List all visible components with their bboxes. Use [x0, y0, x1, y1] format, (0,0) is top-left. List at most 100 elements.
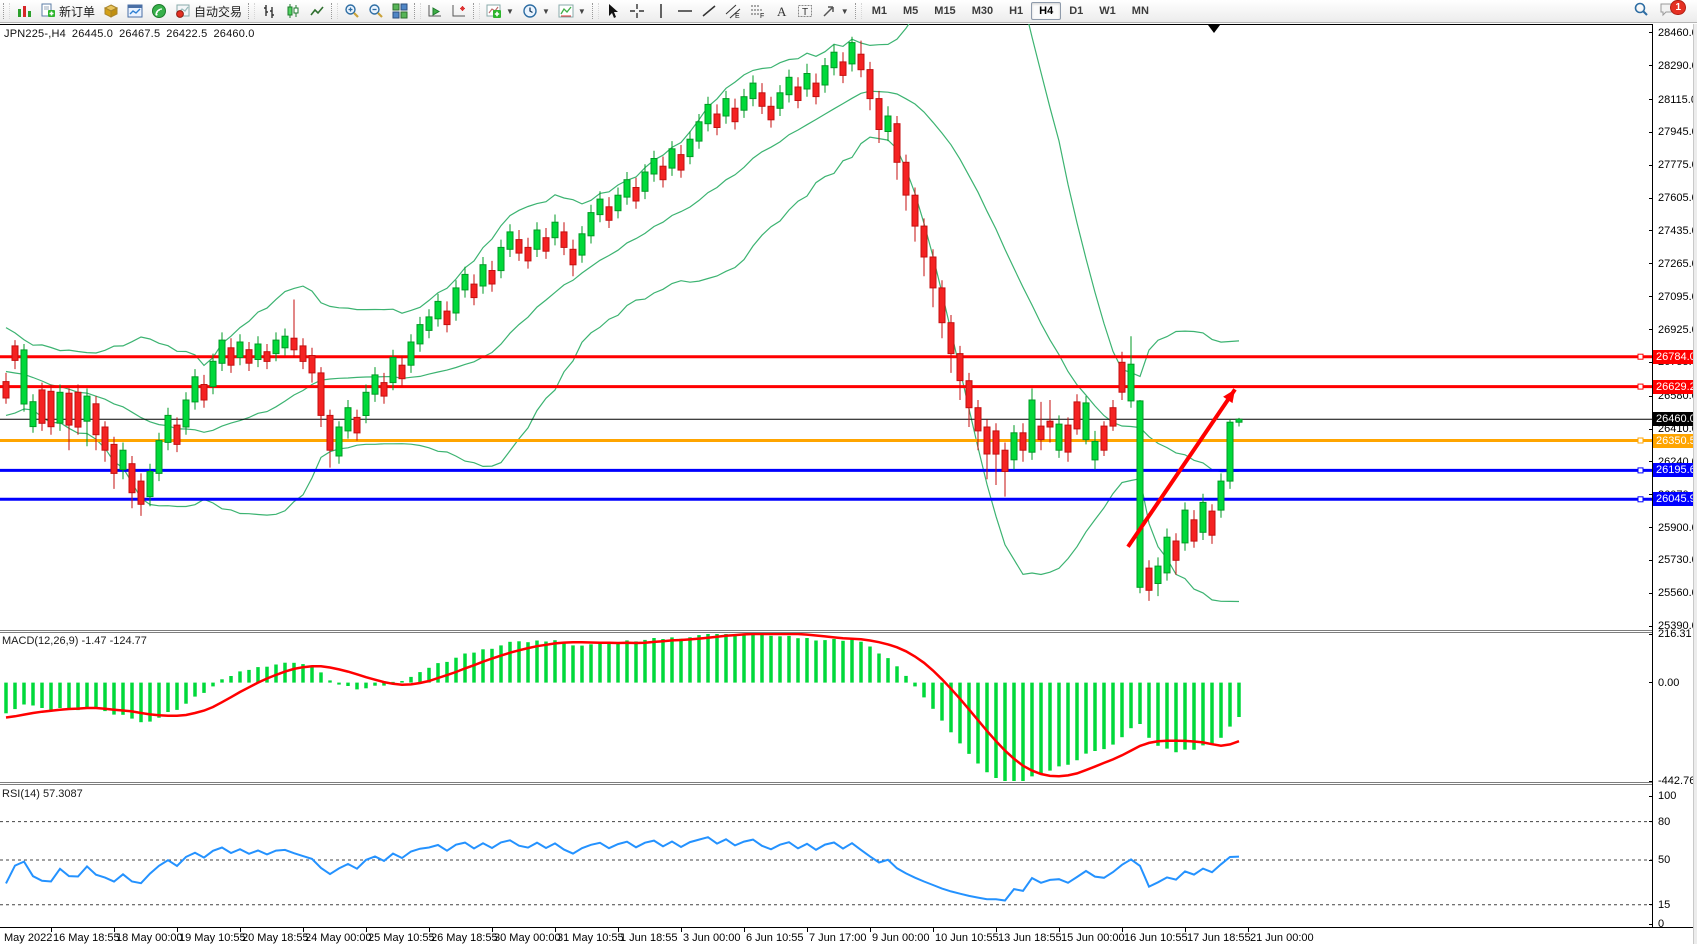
chart-window-button[interactable]: [12, 1, 36, 21]
text-label-button[interactable]: T: [793, 1, 817, 21]
fibonacci-button[interactable]: F: [745, 1, 769, 21]
addind-icon: [486, 3, 502, 19]
timeframe-h1[interactable]: H1: [1001, 2, 1031, 20]
axis-tick: [1649, 593, 1653, 594]
time-label: 7 Jun 17:00: [809, 932, 867, 944]
zoom-out-button[interactable]: [364, 1, 388, 21]
price-axis[interactable]: 28460.028290.028115.027945.027775.027605…: [1653, 24, 1697, 944]
quote-close: 26460.0: [213, 28, 254, 40]
time-label: 1 Jun 18:55: [620, 932, 678, 944]
svg-text:T: T: [802, 7, 808, 18]
line-chart-mode-button[interactable]: [305, 1, 329, 21]
timeframe-h4[interactable]: H4: [1031, 2, 1061, 20]
time-label: 16 Jun 10:55: [1124, 932, 1188, 944]
price-badge-26195.6: 26195.6: [1653, 463, 1697, 477]
bar-chart-mode-button[interactable]: [257, 1, 281, 21]
vertical-line-button[interactable]: [649, 1, 673, 21]
arrows-button[interactable]: ▼: [817, 1, 853, 21]
add-indicator-button[interactable]: ▼: [482, 1, 518, 21]
time-label: 25 May 10:55: [368, 932, 435, 944]
window-edge: [1693, 24, 1697, 944]
timeframe-d1[interactable]: D1: [1061, 2, 1091, 20]
candles-layer: [3, 37, 1242, 601]
axis-tick-label: 26925.0: [1658, 324, 1697, 336]
template-icon: [558, 3, 574, 19]
chart-shift-button[interactable]: [423, 1, 447, 21]
time-axis[interactable]: May 202216 May 18:5518 May 00:0019 May 1…: [0, 927, 1697, 944]
vline-icon: [653, 3, 669, 19]
time-label: 17 Jun 18:55: [1187, 932, 1251, 944]
market-watch-button[interactable]: [123, 1, 147, 21]
time-tick: [51, 928, 52, 932]
time-label: 18 May 00:00: [116, 932, 183, 944]
new-order-button[interactable]: 新订单: [36, 1, 99, 21]
time-tick: [618, 928, 619, 932]
new-order-label: 新订单: [59, 3, 95, 20]
time-label: 9 Jun 00:00: [872, 932, 930, 944]
cursor-button[interactable]: [601, 1, 625, 21]
time-tick: [492, 928, 493, 932]
timeframe-mn[interactable]: MN: [1124, 2, 1157, 20]
line-handle[interactable]: [1638, 438, 1643, 443]
trendline-button[interactable]: [697, 1, 721, 21]
hline-icon: [677, 3, 693, 19]
time-tick: [1059, 928, 1060, 932]
timeframe-w1[interactable]: W1: [1091, 2, 1124, 20]
chart-window[interactable]: JPN225-,H426445.026467.526422.526460.0 M…: [0, 24, 1697, 944]
axis-tick: [1649, 796, 1653, 797]
signals-button[interactable]: [147, 1, 171, 21]
time-label: 13 Jun 18:55: [998, 932, 1062, 944]
timeframe-m1[interactable]: M1: [864, 2, 895, 20]
auto-scroll-button[interactable]: [447, 1, 471, 21]
search-icon[interactable]: [1633, 1, 1649, 22]
chart-canvas[interactable]: [0, 24, 1652, 944]
axis-tick: [1649, 329, 1653, 330]
price-badge-26629.2: 26629.2: [1653, 380, 1697, 394]
axis-tick: [1649, 65, 1653, 66]
time-label: 30 May 00:00: [494, 932, 561, 944]
templates-button[interactable]: ▼: [554, 1, 590, 21]
toolbar-grip: [473, 3, 480, 19]
time-tick: [1122, 928, 1123, 932]
time-tick: [303, 928, 304, 932]
autotrading-button[interactable]: 自动交易: [171, 1, 246, 21]
zoomin-icon: [344, 3, 360, 19]
periods-button[interactable]: ▼: [518, 1, 554, 21]
pane-divider-rsi[interactable]: [0, 782, 1697, 785]
axis-tick-label: 28460.0: [1658, 27, 1697, 39]
axis-tick-label: 25560.0: [1658, 587, 1697, 599]
line-handle[interactable]: [1638, 354, 1643, 359]
chart-profiles-button[interactable]: [99, 1, 123, 21]
tile-windows-button[interactable]: [388, 1, 412, 21]
chevron-down-icon[interactable]: ▼: [841, 7, 849, 16]
zoom-in-button[interactable]: [340, 1, 364, 21]
bollinger-bands: [6, 24, 1239, 601]
axis-tick-label: 27945.0: [1658, 126, 1697, 138]
line-handle[interactable]: [1638, 468, 1643, 473]
chevron-down-icon[interactable]: ▼: [506, 7, 514, 16]
symbol-period: JPN225-,H4: [4, 28, 66, 40]
notification-badge: 1: [1670, 0, 1686, 15]
line-handle[interactable]: [1638, 497, 1643, 502]
price-badge-26045.9: 26045.9: [1653, 492, 1697, 506]
axis-tick: [1649, 634, 1653, 635]
macd-label: MACD(12,26,9) -1.47 -124.77: [2, 635, 147, 647]
candle-chart-mode-button[interactable]: [281, 1, 305, 21]
svg-text:A: A: [777, 4, 787, 19]
chevron-down-icon[interactable]: ▼: [542, 7, 550, 16]
crosshair-button[interactable]: [625, 1, 649, 21]
timeframe-m30[interactable]: M30: [964, 2, 1001, 20]
equidistant-channel-button[interactable]: E: [721, 1, 745, 21]
pane-divider-macd[interactable]: [0, 630, 1697, 633]
time-tick: [870, 928, 871, 932]
textA-icon: A: [773, 3, 789, 19]
chevron-down-icon[interactable]: ▼: [578, 7, 586, 16]
horizontal-line-button[interactable]: [673, 1, 697, 21]
axis-tick-label: 27605.0: [1658, 192, 1697, 204]
timeframe-m15[interactable]: M15: [926, 2, 963, 20]
text-button[interactable]: A: [769, 1, 793, 21]
time-tick: [744, 928, 745, 932]
timeframe-m5[interactable]: M5: [895, 2, 926, 20]
signals-icon: [151, 3, 167, 19]
line-handle[interactable]: [1638, 384, 1643, 389]
